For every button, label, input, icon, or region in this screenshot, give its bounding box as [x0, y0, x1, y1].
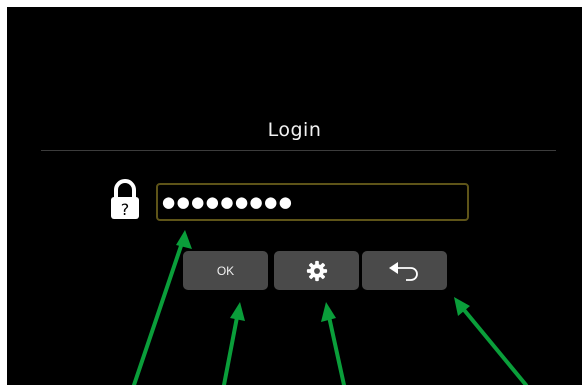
lock-icon: ?	[111, 179, 139, 219]
lock-glyph: ?	[121, 200, 130, 219]
password-input[interactable]: ●●●●●●●●●	[156, 183, 469, 221]
ok-button[interactable]: OK	[183, 251, 268, 290]
gear-icon	[306, 260, 327, 281]
back-button[interactable]	[362, 251, 447, 290]
title-divider	[41, 150, 556, 151]
page-title: Login	[267, 119, 322, 141]
back-arrow-icon	[388, 261, 418, 281]
screenshot-frame: Login ? ●●●●●●●●● OK	[0, 0, 582, 385]
settings-button[interactable]	[274, 251, 359, 290]
